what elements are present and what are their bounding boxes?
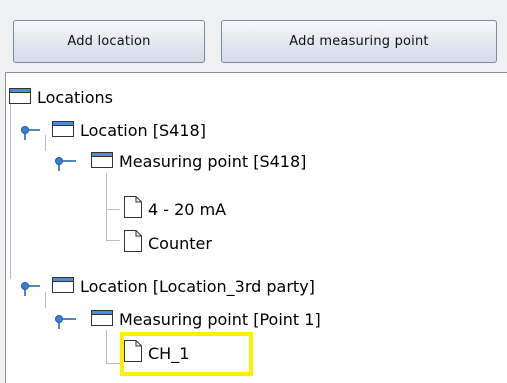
tree-guide-line: [106, 330, 107, 363]
tree-node-location-s418[interactable]: Location [S418]: [52, 117, 206, 143]
document-icon: [124, 196, 142, 222]
tree-guide-line: [45, 135, 46, 151]
folder-icon: [91, 309, 113, 330]
tree-node-channel-counter[interactable]: Counter: [124, 230, 212, 256]
tree-node-label: Measuring point [Point 1]: [119, 309, 321, 329]
tree-node-locations[interactable]: Locations: [9, 84, 113, 110]
tree-guide-line: [106, 240, 120, 241]
locations-tree[interactable]: Locations Location [S418] Measuring poin…: [5, 72, 507, 383]
document-icon: [124, 230, 142, 256]
folder-icon: [9, 87, 31, 108]
tree-node-label: Locations: [37, 87, 114, 107]
tree-node-label: Location [Location_3rd party]: [80, 276, 315, 296]
highlight-box: [120, 332, 253, 376]
tree-guide-line: [106, 363, 120, 364]
tree-node-location-3rd-party[interactable]: Location [Location_3rd party]: [52, 273, 315, 299]
tree-node-label: 4 - 20 mA: [148, 199, 227, 219]
tree-node-label: Counter: [148, 233, 212, 253]
tree-node-label: Measuring point [S418]: [119, 151, 307, 171]
toolbar: Add location Add measuring point: [0, 0, 507, 66]
tree-node-channel-4-20ma[interactable]: 4 - 20 mA: [124, 196, 226, 222]
add-location-button[interactable]: Add location: [13, 20, 205, 63]
expand-knob-icon[interactable]: [20, 280, 40, 302]
tree-guide-line: [10, 103, 11, 279]
tree-node-measuring-point-s418[interactable]: Measuring point [S418]: [91, 148, 306, 174]
expand-knob-icon[interactable]: [54, 313, 76, 335]
folder-icon: [91, 151, 113, 172]
tree-guide-line: [106, 173, 107, 240]
add-measuring-point-button[interactable]: Add measuring point: [221, 20, 497, 63]
expand-knob-icon[interactable]: [54, 155, 76, 177]
tree-guide-line: [45, 292, 46, 308]
tree-node-label: Location [S418]: [80, 120, 206, 140]
folder-icon: [52, 120, 74, 141]
folder-icon: [52, 276, 74, 297]
expand-knob-icon[interactable]: [20, 124, 40, 146]
tree-guide-line: [106, 209, 120, 210]
tree-node-measuring-point-1[interactable]: Measuring point [Point 1]: [91, 306, 321, 332]
